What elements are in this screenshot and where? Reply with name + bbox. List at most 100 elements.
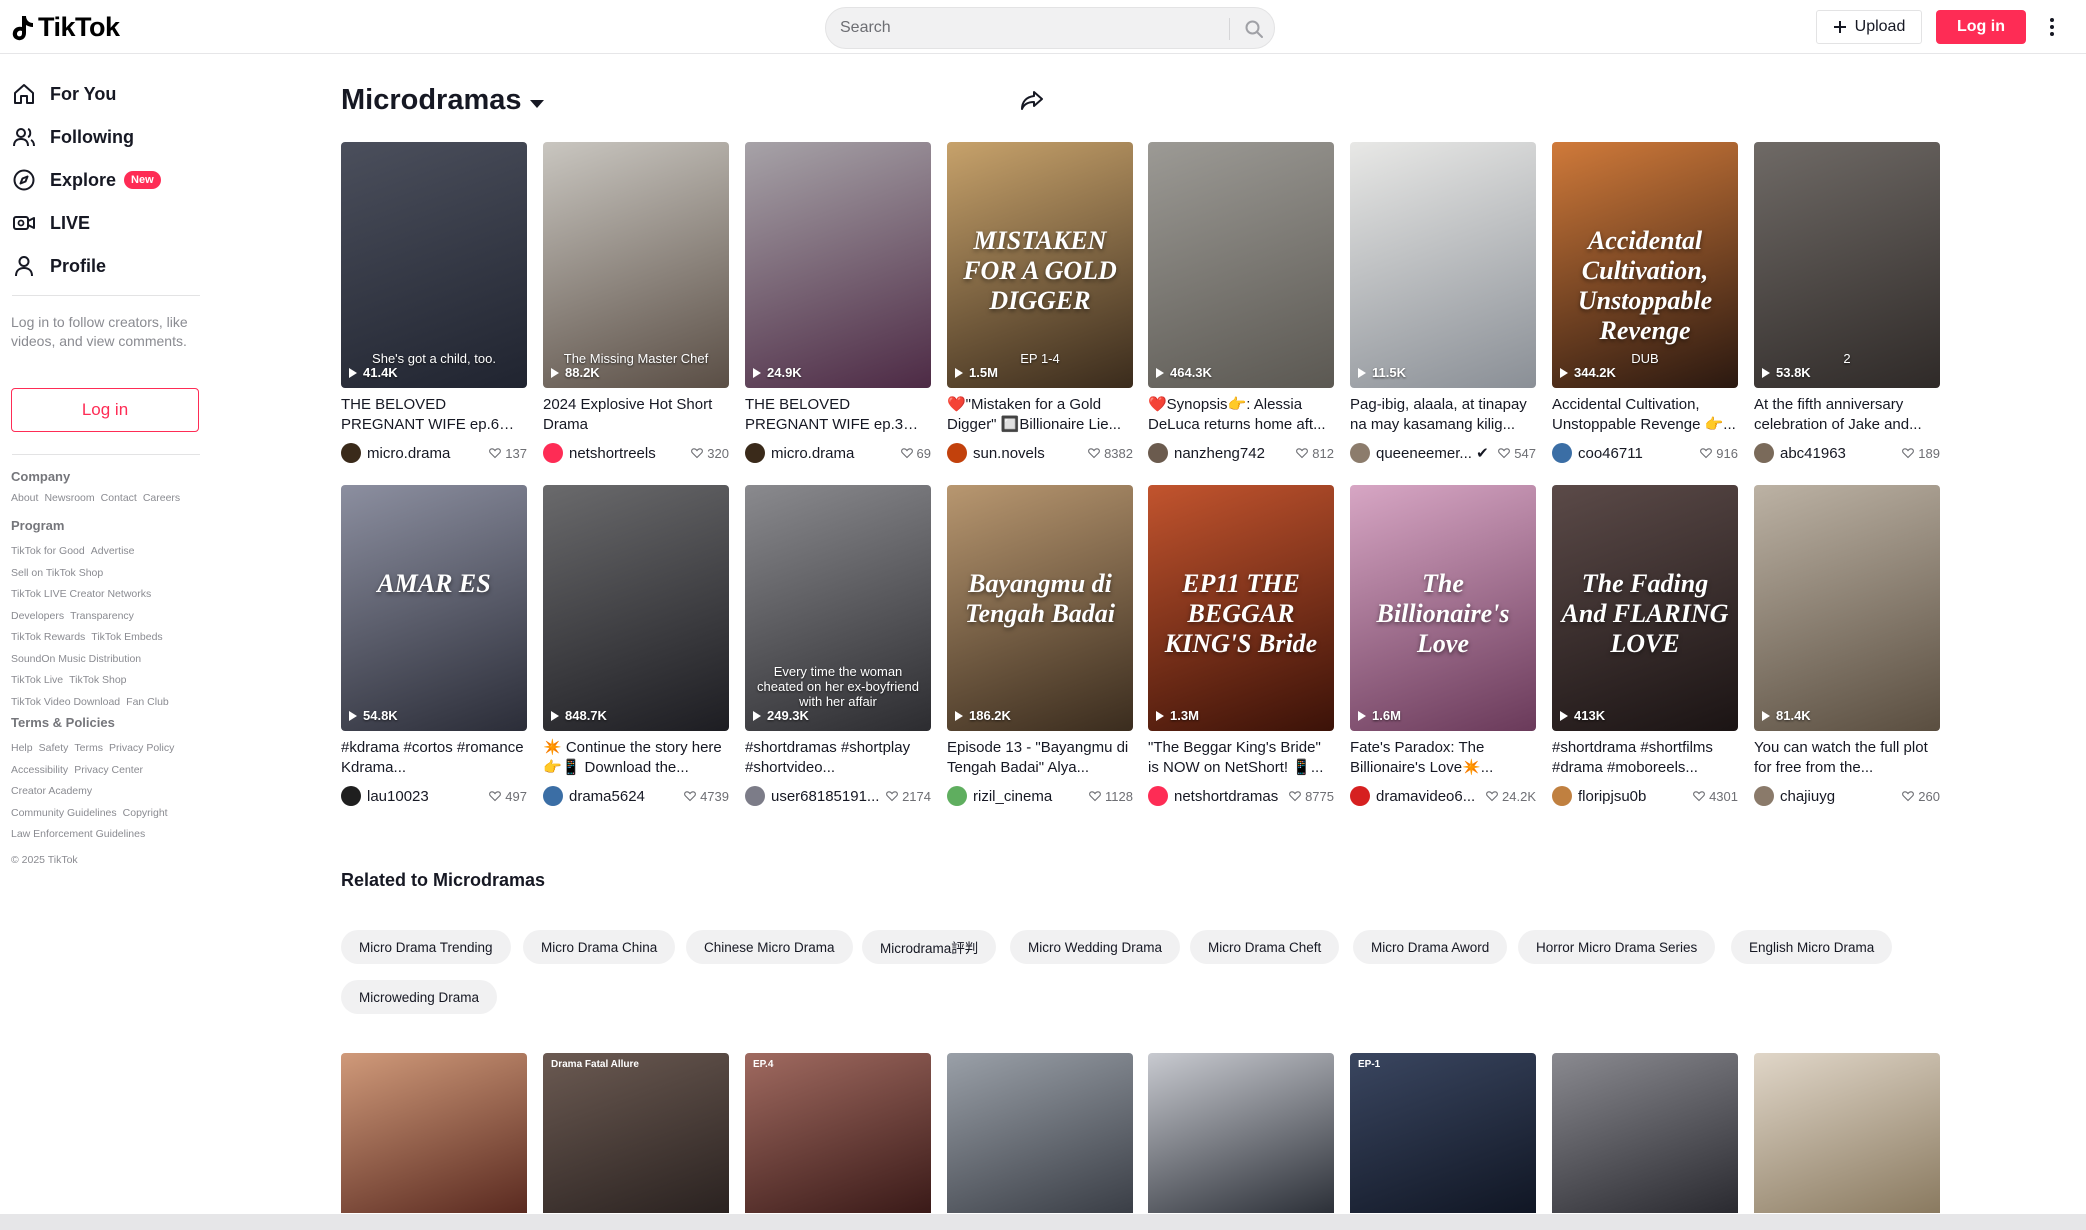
video-card[interactable]: AMAR ES 54.8K #kdrama #cortos #romance Kdr…: [341, 485, 527, 807]
footer-terms-heading[interactable]: Terms & Policies: [11, 715, 115, 730]
related-chip[interactable]: Micro Wedding Drama: [1010, 930, 1181, 964]
video-card[interactable]: 2 53.8K At the fifth anniversary celebrati…: [1754, 142, 1940, 464]
footer-link[interactable]: Creator Academy: [11, 785, 92, 797]
related-chip[interactable]: Horror Micro Drama Series: [1518, 930, 1716, 964]
video-thumbnail[interactable]: [1754, 1053, 1940, 1213]
username[interactable]: abc41963: [1780, 445, 1902, 462]
avatar[interactable]: [947, 443, 967, 463]
video-card[interactable]: EP11 THE BEGGAR KING'S Bride 1.3M "The Beg…: [1148, 485, 1334, 807]
video-thumbnail[interactable]: 24.9K: [745, 142, 931, 388]
video-card[interactable]: Bayangmu di Tengah Badai 186.2K Episode 13…: [947, 485, 1133, 807]
username[interactable]: sun.novels: [973, 445, 1088, 462]
footer-link[interactable]: TikTok for Good: [11, 545, 85, 557]
footer-link[interactable]: Privacy Policy: [109, 742, 174, 754]
footer-link[interactable]: Fan Club: [126, 696, 169, 708]
related-chip[interactable]: English Micro Drama: [1731, 930, 1893, 964]
sidebar-item-following[interactable]: Following: [12, 119, 134, 155]
avatar[interactable]: [543, 786, 563, 806]
footer-link[interactable]: TikTok Embeds: [91, 631, 162, 643]
avatar[interactable]: [745, 786, 765, 806]
username[interactable]: chajiuyg: [1780, 788, 1902, 805]
footer-link[interactable]: Accessibility: [11, 764, 68, 776]
username[interactable]: drama5624: [569, 788, 684, 805]
video-thumbnail[interactable]: 11.5K: [1350, 142, 1536, 388]
video-description[interactable]: ❤️Synopsis👉: Alessia DeLuca returns home…: [1148, 395, 1334, 435]
video-card[interactable]: The Missing Master Chef 88.2K 2024 Explosi…: [543, 142, 729, 464]
header-login-button[interactable]: Log in: [1936, 10, 2026, 44]
video-thumbnail[interactable]: AMAR ES 54.8K: [341, 485, 527, 731]
video-thumbnail[interactable]: She's got a child, too. 41.4K: [341, 142, 527, 388]
video-description[interactable]: THE BELOVED PREGNANT WIFE ep.3 #shorts..…: [745, 395, 931, 435]
avatar[interactable]: [1350, 443, 1370, 463]
more-options-icon[interactable]: [2042, 12, 2062, 42]
footer-link[interactable]: About: [11, 492, 38, 504]
video-description[interactable]: THE BELOVED PREGNANT WIFE ep.6 #shorts..…: [341, 395, 527, 435]
video-card[interactable]: MISTAKEN FOR A GOLD DIGGER EP 1-4 1.5M ❤️"M…: [947, 142, 1133, 464]
video-description[interactable]: Fate's Paradox: The Billionaire's Love✴️…: [1350, 738, 1536, 778]
video-thumbnail[interactable]: EP-1: [1350, 1053, 1536, 1213]
avatar[interactable]: [1552, 443, 1572, 463]
avatar[interactable]: [1350, 786, 1370, 806]
username[interactable]: floripjsu0b: [1578, 788, 1693, 805]
footer-company-heading[interactable]: Company: [11, 469, 70, 484]
footer-link[interactable]: Newsroom: [44, 492, 94, 504]
horizontal-scrollbar[interactable]: [0, 1214, 2086, 1230]
username[interactable]: queeneemer... ✔: [1376, 444, 1498, 462]
footer-link[interactable]: TikTok Shop: [69, 674, 126, 686]
page-title[interactable]: Microdramas: [341, 84, 544, 117]
video-description[interactable]: You can watch the full plot for free fro…: [1754, 738, 1940, 778]
video-description[interactable]: Episode 13 - "Bayangmu di Tengah Badai" …: [947, 738, 1133, 778]
video-description[interactable]: ❤️"Mistaken for a Gold Digger" 🔲Billiona…: [947, 395, 1133, 435]
video-description[interactable]: ✴️ Continue the story here 👉📱 Download t…: [543, 738, 729, 778]
video-description[interactable]: #shortdrama #shortfilms #drama #moboreel…: [1552, 738, 1738, 778]
username[interactable]: lau10023: [367, 788, 489, 805]
video-description[interactable]: Accidental Cultivation, Unstoppable Reve…: [1552, 395, 1738, 435]
footer-link[interactable]: Community Guidelines: [11, 807, 117, 819]
footer-link[interactable]: Copyright: [123, 807, 168, 819]
footer-link[interactable]: TikTok LIVE Creator Networks: [11, 588, 151, 600]
related-chip[interactable]: Micro Drama Aword: [1353, 930, 1508, 964]
video-thumbnail[interactable]: The Missing Master Chef 88.2K: [543, 142, 729, 388]
username[interactable]: nanzheng742: [1174, 445, 1296, 462]
username[interactable]: micro.drama: [367, 445, 489, 462]
footer-link[interactable]: Law Enforcement Guidelines: [11, 828, 145, 840]
footer-link[interactable]: Advertise: [91, 545, 135, 557]
video-description[interactable]: Pag-ibig, alaala, at tinapay na may kasa…: [1350, 395, 1536, 435]
video-thumbnail[interactable]: Accidental Cultivation, Unstoppable Reve…: [1552, 142, 1738, 388]
video-thumbnail[interactable]: [947, 1053, 1133, 1213]
footer-link[interactable]: Safety: [39, 742, 69, 754]
avatar[interactable]: [1754, 443, 1774, 463]
footer-link[interactable]: Developers: [11, 610, 64, 622]
footer-link[interactable]: Transparency: [70, 610, 134, 622]
avatar[interactable]: [745, 443, 765, 463]
footer-link[interactable]: Help: [11, 742, 33, 754]
video-card[interactable]: She's got a child, too. 41.4K THE BELOVED …: [341, 142, 527, 464]
footer-program-heading[interactable]: Program: [11, 518, 64, 533]
video-card[interactable]: 464.3K ❤️Synopsis👉: Alessia DeLuca return…: [1148, 142, 1334, 464]
upload-button[interactable]: Upload: [1816, 10, 1922, 44]
video-thumbnail[interactable]: [1552, 1053, 1738, 1213]
video-description[interactable]: "The Beggar King's Bride" is NOW on NetS…: [1148, 738, 1334, 778]
username[interactable]: netshortreels: [569, 445, 691, 462]
sidebar-item-profile[interactable]: Profile: [12, 248, 106, 284]
video-thumbnail[interactable]: MISTAKEN FOR A GOLD DIGGER EP 1-4 1.5M: [947, 142, 1133, 388]
video-thumbnail[interactable]: 464.3K: [1148, 142, 1334, 388]
video-description[interactable]: #kdrama #cortos #romance Kdrama...: [341, 738, 527, 778]
video-thumbnail[interactable]: EP.4: [745, 1053, 931, 1213]
video-card[interactable]: 848.7K ✴️ Continue the story here 👉📱 Down…: [543, 485, 729, 807]
video-description[interactable]: #shortdramas #shortplay #shortvideo...: [745, 738, 931, 778]
username[interactable]: coo46711: [1578, 445, 1700, 462]
footer-link[interactable]: Privacy Center: [74, 764, 143, 776]
tiktok-logo[interactable]: TikTok: [12, 12, 120, 43]
avatar[interactable]: [341, 443, 361, 463]
username[interactable]: rizil_cinema: [973, 788, 1089, 805]
username[interactable]: netshortdramas: [1174, 788, 1289, 805]
footer-link[interactable]: TikTok Video Download: [11, 696, 120, 708]
avatar[interactable]: [947, 786, 967, 806]
video-card[interactable]: The Fading And FLARING LOVE 413K #shortdra…: [1552, 485, 1738, 807]
footer-link[interactable]: SoundOn Music Distribution: [11, 653, 141, 665]
video-thumbnail[interactable]: 2 53.8K: [1754, 142, 1940, 388]
sidebar-login-button[interactable]: Log in: [11, 388, 199, 432]
video-card[interactable]: 24.9K THE BELOVED PREGNANT WIFE ep.3 #sho…: [745, 142, 931, 464]
username[interactable]: user68185191...: [771, 788, 886, 805]
